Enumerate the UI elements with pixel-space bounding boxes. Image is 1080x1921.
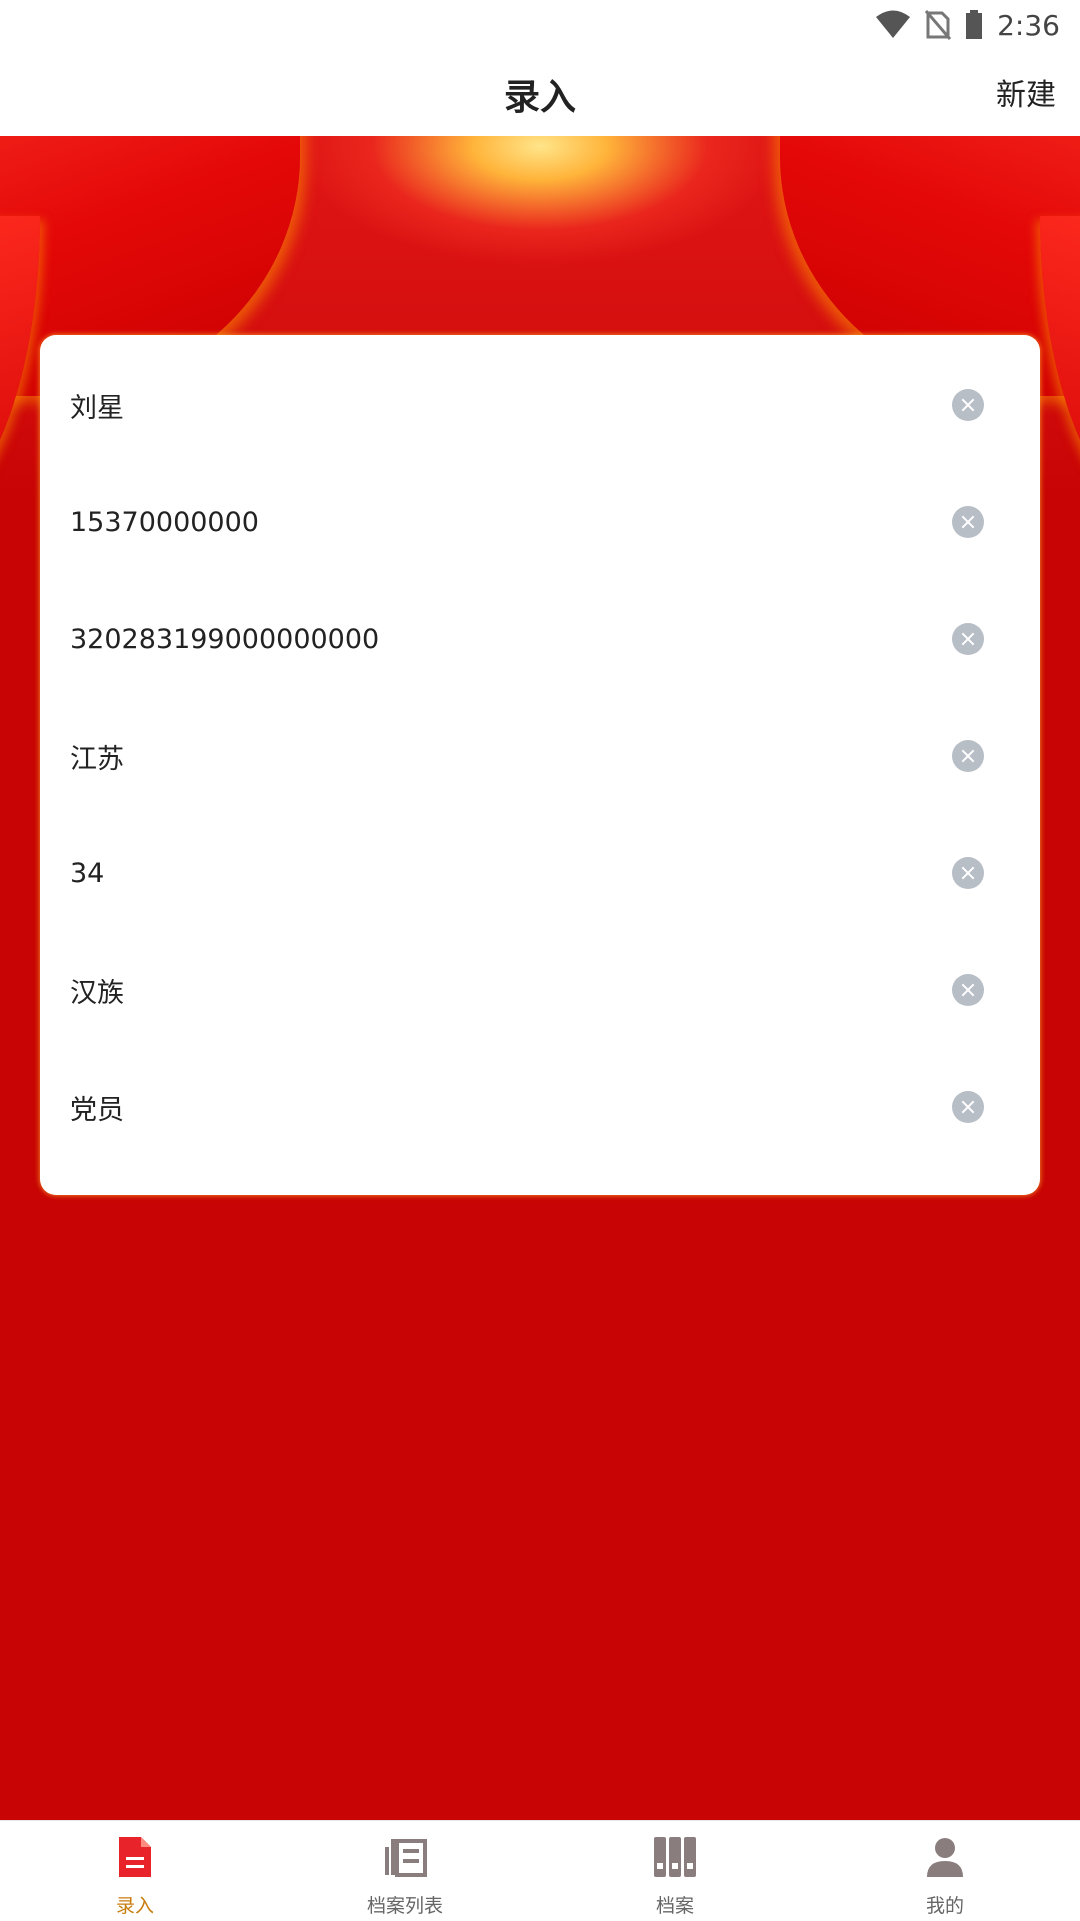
field-row-age	[70, 833, 1010, 913]
archive-binders-icon	[654, 1837, 696, 1877]
status-bar: 2:36	[0, 0, 1080, 50]
ethnicity-field[interactable]	[70, 974, 952, 1006]
status-time: 2:36	[997, 8, 1060, 42]
id-number-field[interactable]	[70, 623, 952, 655]
title-bar: 录入 新建	[0, 50, 1080, 136]
new-button[interactable]: 新建	[996, 70, 1056, 114]
nav-item-archive-list[interactable]: 档案列表	[270, 1821, 540, 1921]
name-field[interactable]	[70, 389, 952, 421]
wifi-icon	[876, 10, 911, 38]
field-row-province	[70, 716, 1010, 796]
field-row-id-number	[70, 599, 1010, 679]
clear-icon[interactable]	[952, 1091, 984, 1123]
document-entry-icon	[119, 1837, 151, 1877]
age-field[interactable]	[70, 857, 952, 889]
nav-item-mine[interactable]: 我的	[810, 1821, 1080, 1921]
no-sim-icon	[925, 10, 952, 40]
clear-icon[interactable]	[952, 506, 984, 538]
form-card	[40, 335, 1040, 1195]
field-row-ethnicity	[70, 950, 1010, 1030]
phone-field[interactable]	[70, 506, 952, 538]
bottom-nav: 录入 档案列表 档案 我的	[0, 1820, 1080, 1921]
clear-icon[interactable]	[952, 740, 984, 772]
battery-icon	[966, 10, 983, 39]
clear-icon[interactable]	[952, 857, 984, 889]
page-title: 录入	[503, 77, 576, 118]
nav-label: 录入	[115, 1895, 154, 1917]
province-field[interactable]	[70, 740, 952, 772]
clear-icon[interactable]	[952, 623, 984, 655]
newspaper-list-icon	[385, 1839, 427, 1877]
field-row-name	[70, 365, 1010, 445]
field-row-phone	[70, 482, 1010, 562]
clear-icon[interactable]	[952, 974, 984, 1006]
nav-label: 档案列表	[366, 1895, 443, 1917]
nav-label: 我的	[925, 1895, 964, 1917]
nav-label: 档案	[655, 1895, 694, 1917]
status-icons: 2:36	[875, 6, 1060, 44]
person-icon	[927, 1838, 963, 1877]
clear-icon[interactable]	[952, 389, 984, 421]
field-row-political-status	[70, 1067, 1010, 1147]
political-status-field[interactable]	[70, 1091, 952, 1123]
nav-item-archive[interactable]: 档案	[540, 1821, 810, 1921]
nav-item-entry[interactable]: 录入	[0, 1821, 270, 1921]
